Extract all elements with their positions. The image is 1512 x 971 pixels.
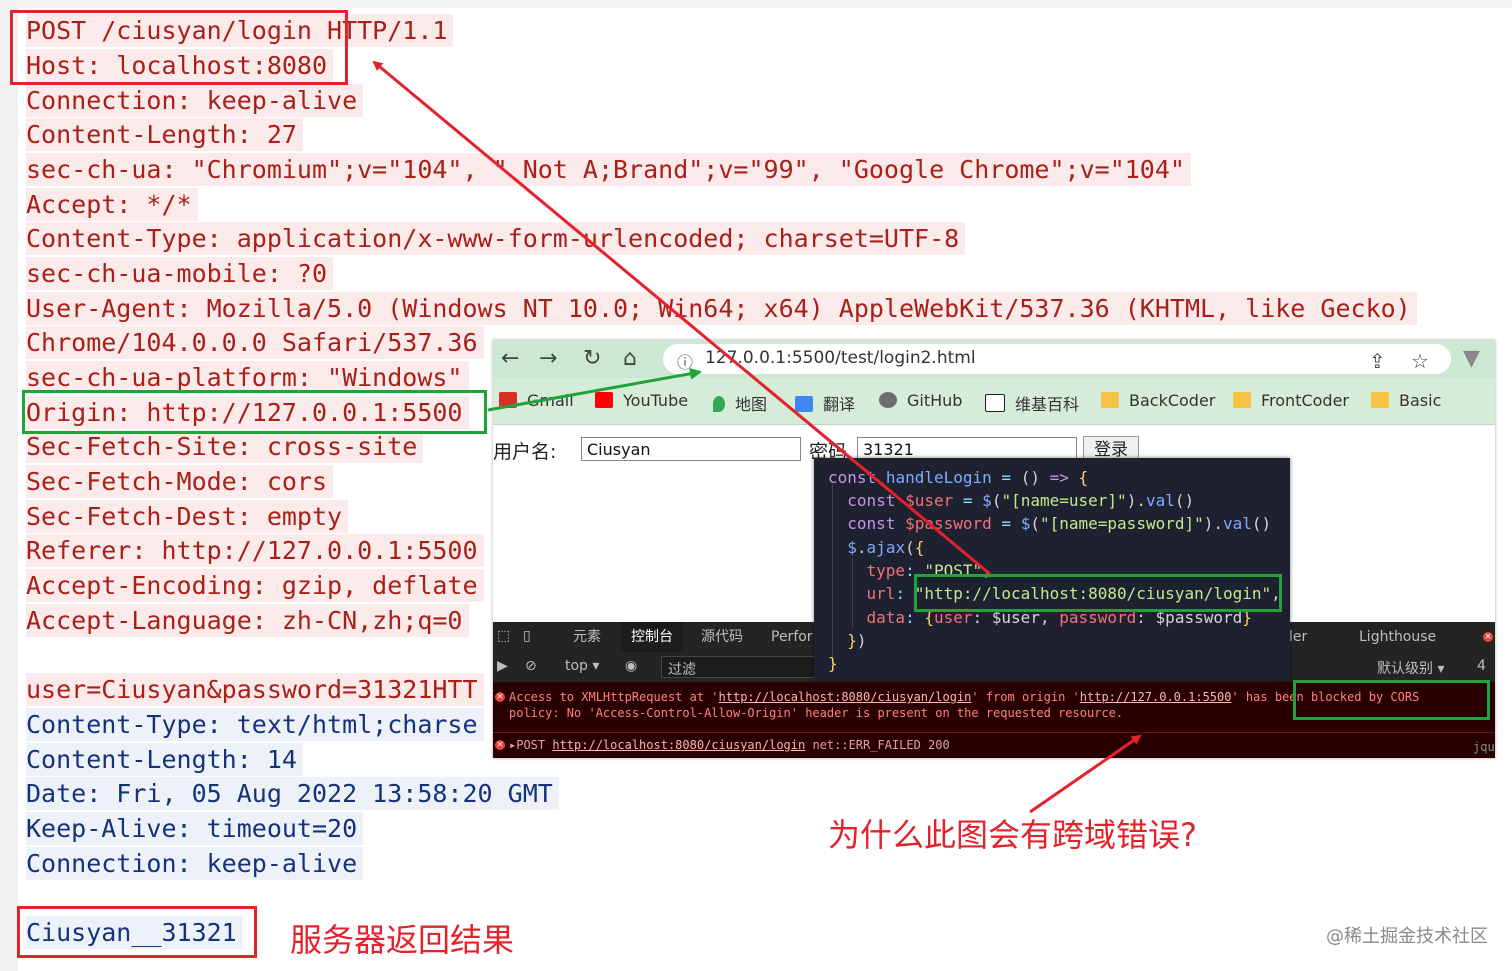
- tab-elements[interactable]: 元素: [573, 622, 601, 652]
- code-line: }): [847, 631, 867, 650]
- context-selector[interactable]: top ▾: [565, 658, 599, 674]
- code-line: }: [828, 654, 838, 673]
- bookmarks-bar: Gmail YouTube 地图 翻译 GitHub 维基百科 BackCode…: [493, 378, 1495, 425]
- origin-highlight: [22, 390, 487, 434]
- bookmark-youtube[interactable]: YouTube: [595, 391, 688, 410]
- code-line: $.ajax({: [847, 538, 925, 557]
- code-snippet: const handleLogin = () => { const $user …: [814, 458, 1290, 680]
- source-link[interactable]: jqu: [1473, 740, 1495, 754]
- request-body-line: user=Ciusyan&password=31321HTT: [26, 673, 484, 706]
- bookmark-gmail[interactable]: Gmail: [499, 391, 574, 410]
- request-line: Content-Type: application/x-www-form-url…: [26, 222, 966, 255]
- clear-console-icon[interactable]: ⊘: [525, 658, 537, 674]
- response-line: Connection: keep-alive: [26, 847, 364, 880]
- cors-error-line-2: policy: No 'Access-Control-Allow-Origin'…: [509, 706, 1124, 720]
- bookmark-wikipedia[interactable]: 维基百科: [985, 391, 1079, 415]
- response-line: Content-Type: text/html;charse: [26, 708, 484, 741]
- request-line: User-Agent: Mozilla/5.0 (Windows NT 10.0…: [26, 292, 1417, 325]
- cors-question-annotation: 为什么此图会有跨域错误?: [828, 816, 1197, 854]
- share-icon[interactable]: ⇪: [1369, 349, 1386, 373]
- tab-console[interactable]: 控制台: [621, 622, 683, 654]
- tab-performance[interactable]: Perfor: [771, 622, 813, 652]
- server-result-annotation: 服务器返回结果: [290, 921, 515, 959]
- home-icon[interactable]: ⌂: [623, 346, 637, 371]
- error-origin-link[interactable]: http://127.0.0.1:5500: [1080, 690, 1232, 704]
- translate-icon: [795, 396, 813, 412]
- request-line: sec-ch-ua: "Chromium";v="104", " Not A;B…: [26, 153, 1191, 186]
- bookmark-star-icon[interactable]: ☆: [1411, 349, 1429, 373]
- error-icon: ✕: [495, 740, 505, 750]
- request-line: sec-ch-ua-mobile: ?0: [26, 257, 334, 290]
- bookmark-translate[interactable]: 翻译: [795, 391, 855, 415]
- request-line: Accept-Encoding: gzip, deflate: [26, 569, 484, 602]
- tab-sources[interactable]: 源代码: [701, 622, 743, 652]
- extension-icon[interactable]: ▼: [1463, 346, 1480, 371]
- request-line: Accept: */*: [26, 188, 198, 221]
- watermark: @稀土掘金技术社区: [1326, 926, 1488, 947]
- request-line: Chrome/104.0.0.0 Safari/537.36: [26, 326, 484, 359]
- net-error-url[interactable]: http://localhost:8080/ciusyan/login: [552, 738, 805, 752]
- error-count-icon[interactable]: ✕: [1483, 632, 1493, 642]
- inspect-icon[interactable]: ⬚: [497, 628, 510, 644]
- username-input[interactable]: Ciusyan: [581, 437, 801, 461]
- bookmark-maps[interactable]: 地图: [713, 391, 767, 415]
- top-strip: [0, 0, 1512, 8]
- folder-icon: [1371, 392, 1389, 408]
- request-line: Sec-Fetch-Site: cross-site: [26, 430, 424, 463]
- issue-count[interactable]: 4: [1477, 658, 1486, 674]
- console-filter-input[interactable]: 过滤: [661, 656, 821, 678]
- net-error-line[interactable]: ▸POST http://localhost:8080/ciusyan/logi…: [509, 738, 950, 752]
- filter-placeholder: 过滤: [668, 662, 696, 678]
- youtube-icon: [595, 392, 613, 408]
- folder-icon: [1233, 392, 1251, 408]
- log-level-selector[interactable]: 默认级别 ▾: [1377, 658, 1444, 678]
- request-line-highlight: [10, 10, 348, 85]
- bookmark-backcoder[interactable]: BackCoder: [1101, 391, 1215, 410]
- code-line: const $user = $("[name=user]").val(): [847, 491, 1195, 510]
- response-line: Content-Length: 14: [26, 743, 303, 776]
- tab-profiler[interactable]: ler: [1289, 622, 1307, 652]
- request-line: Accept-Language: zh-CN,zh;q=0: [26, 604, 469, 637]
- address-bar: ← → ↻ ⌂ ⓘ 127.0.0.1:5500/test/login2.htm…: [493, 340, 1495, 378]
- request-line: Sec-Fetch-Dest: empty: [26, 500, 349, 533]
- bookmark-github[interactable]: GitHub: [879, 391, 962, 410]
- url-text: 127.0.0.1:5500/test/login2.html: [705, 348, 976, 368]
- github-icon: [879, 392, 897, 408]
- gmail-icon: [499, 392, 517, 408]
- bookmark-basic[interactable]: Basic: [1371, 391, 1441, 410]
- response-line: Date: Fri, 05 Aug 2022 13:58:20 GMT: [26, 777, 559, 810]
- cors-error-line-1: Access to XMLHttpRequest at 'http://loca…: [509, 690, 1420, 704]
- code-line: const $password = $("[name=password]").v…: [847, 514, 1272, 533]
- code-line: const handleLogin = () => {: [828, 468, 1089, 487]
- error-icon: ✕: [495, 692, 505, 702]
- username-label: 用户名:: [493, 441, 557, 463]
- bookmark-frontcoder[interactable]: FrontCoder: [1233, 391, 1349, 410]
- back-icon[interactable]: ←: [501, 346, 519, 371]
- url-field[interactable]: ⓘ 127.0.0.1:5500/test/login2.html ⇪ ☆: [663, 344, 1451, 374]
- request-line: Connection: keep-alive: [26, 84, 364, 117]
- site-info-icon[interactable]: ⓘ: [677, 349, 693, 373]
- server-result-highlight: [17, 906, 257, 958]
- sidebar-toggle-icon[interactable]: ▶: [497, 658, 508, 674]
- wikipedia-icon: [985, 394, 1005, 412]
- folder-icon: [1101, 392, 1119, 408]
- request-line: Referer: http://127.0.0.1:5500: [26, 534, 484, 567]
- left-gutter: [0, 0, 18, 971]
- device-toggle-icon[interactable]: ▯: [523, 628, 531, 644]
- cors-blocked-highlight: [1293, 680, 1490, 720]
- tab-lighthouse[interactable]: Lighthouse: [1359, 622, 1436, 652]
- request-line: Sec-Fetch-Mode: cors: [26, 465, 334, 498]
- forward-icon[interactable]: →: [539, 346, 557, 371]
- live-expression-icon[interactable]: ◉: [625, 658, 637, 674]
- response-line: Keep-Alive: timeout=20: [26, 812, 364, 845]
- error-url-link[interactable]: http://localhost:8080/ciusyan/login: [719, 690, 972, 704]
- ajax-url-highlight: [914, 574, 1282, 612]
- maps-icon: [713, 396, 725, 412]
- reload-icon[interactable]: ↻: [583, 346, 601, 371]
- error-separator: [493, 732, 1495, 733]
- request-line: Content-Length: 27: [26, 118, 303, 151]
